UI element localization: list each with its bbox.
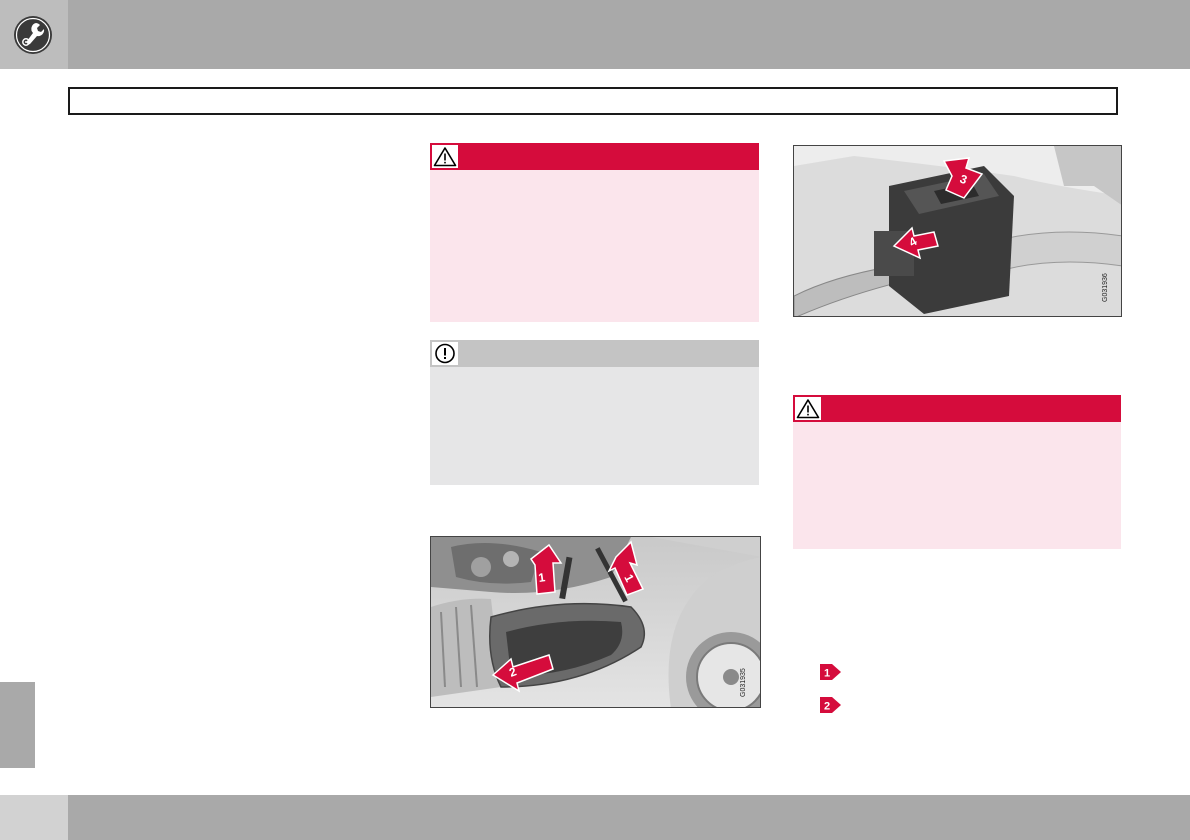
- step-number: 1: [824, 668, 830, 680]
- warning-callout: [430, 143, 759, 322]
- connector-illustration: 3 4: [794, 146, 1121, 316]
- headlamp-illustration: 1 2 1: [431, 537, 760, 707]
- warning-triangle-icon: [432, 145, 458, 168]
- wrench-gear-icon: [14, 16, 52, 54]
- page-title-bar: [68, 87, 1118, 115]
- note-callout-body: [430, 367, 759, 485]
- figure-code: G031935: [740, 668, 747, 697]
- warning-callout-header: [430, 143, 759, 170]
- step-arrow-icon: 2: [820, 697, 841, 713]
- header-band: [68, 0, 1190, 69]
- warning-triangle-icon: [795, 397, 821, 420]
- chapter-side-tab[interactable]: [0, 682, 35, 768]
- warning-callout: [793, 395, 1121, 549]
- warning-callout-header: [793, 395, 1121, 422]
- headlamp-removal-figure: 1 2 1 G031935: [430, 536, 761, 708]
- warning-callout-body: [793, 422, 1121, 549]
- step-number: 2: [824, 701, 830, 713]
- footer-page-box: [0, 795, 68, 840]
- warning-callout-body: [430, 170, 759, 322]
- exclamation-circle-icon: [432, 342, 458, 365]
- step-arrow-icon: 1: [820, 664, 841, 680]
- connector-figure: 3 4 G031936: [793, 145, 1122, 317]
- footer-band: [68, 795, 1190, 840]
- note-callout: [430, 340, 759, 485]
- note-callout-header: [430, 340, 759, 367]
- figure-code: G031936: [1102, 273, 1109, 302]
